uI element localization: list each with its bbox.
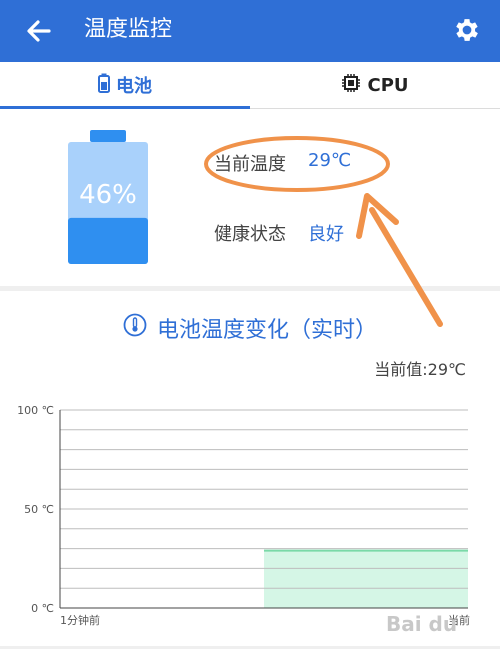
chip-icon [341,73,367,98]
chart-area-fill [264,550,468,608]
thermometer-icon [123,313,157,343]
chart-y-tick-label: 50 ℃ [24,503,54,516]
tab-battery[interactable]: 电池 [0,62,250,109]
section-divider [0,286,500,291]
health-status-value: 良好 [308,224,344,245]
chart-title-text: 电池温度变化（实时） [156,318,377,343]
arrow-left-icon[interactable] [22,14,56,48]
chart-title: 电池温度变化（实时） [0,312,500,344]
bottom-divider [0,646,500,649]
chart-y-tick-label: 100 ℃ [17,404,54,417]
battery-level-graphic: 46% [66,128,150,268]
gear-icon[interactable] [452,15,482,45]
battery-percent: 46% [79,180,137,210]
tab-cpu-label: CPU [367,74,409,96]
tab-bar: 电池 CPU [0,62,500,109]
battery-icon [98,73,116,98]
tab-battery-label: 电池 [116,76,152,97]
chart-x-tick-label: 1分钟前 [60,613,100,627]
tab-cpu[interactable]: CPU [250,62,500,108]
tab-active-indicator [0,106,250,109]
temperature-chart: 100 ℃ 50 ℃ 0 ℃ 1分钟前 当前 [0,390,500,630]
health-status-label: 健康状态 [214,224,286,245]
current-temp-value: 29℃ [308,150,352,171]
current-value-text: 当前值:29℃ [374,360,466,379]
watermark: Bai du [386,612,458,636]
app-bar: 温度监控 [0,0,500,62]
current-temp-label: 当前温度 [214,154,286,175]
page-title: 温度监控 [84,17,173,42]
chart-y-tick-label: 0 ℃ [31,602,54,615]
